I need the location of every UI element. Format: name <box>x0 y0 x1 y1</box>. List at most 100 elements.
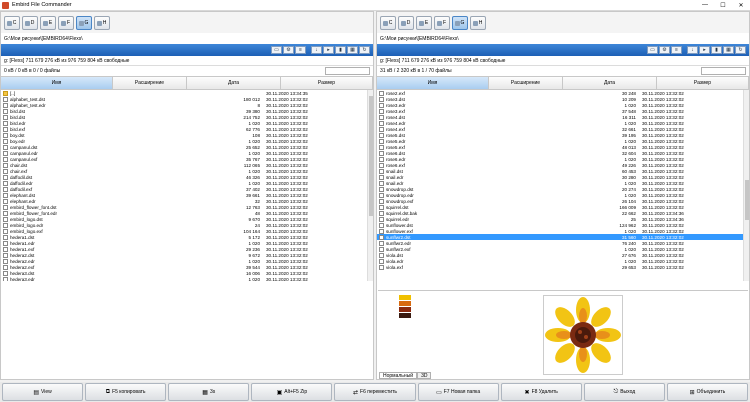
file-row[interactable]: hedera3.dst 16 006 30.11.2020 13:32:02 <box>1 270 373 276</box>
file-row[interactable]: rose3.dst 10 209 30.11.2020 13:32:02 <box>377 96 749 102</box>
drive-h-button[interactable]: H <box>470 15 486 30</box>
file-row[interactable]: daffodil.edr 1 020 30.11.2020 13:32:02 <box>1 180 373 186</box>
file-row[interactable]: embird_flower_font.dst 12 763 30.11.2020 1… <box>1 204 373 210</box>
drive-g-button[interactable]: G <box>76 15 92 30</box>
delete-button[interactable]: ✖ F8 Удалить <box>500 383 582 401</box>
scrollbar[interactable] <box>367 90 373 281</box>
file-row[interactable]: sunflwr2.dst 31 560 30.11.2020 13:32:02 <box>377 234 749 240</box>
column-size[interactable]: Размер <box>657 77 749 89</box>
print-icon[interactable]: ▭ <box>271 46 282 54</box>
column-name[interactable]: Имя <box>1 77 113 89</box>
file-row[interactable]: embird_flower_font.edr 48 30.11.2020 13:32… <box>1 210 373 216</box>
file-row[interactable]: sunflwr2.edr 76 240 30.11.2020 13:32:02 <box>377 240 749 246</box>
file-row[interactable]: snail.edr 30 280 30.11.2020 13:32:02 <box>377 174 749 180</box>
file-row[interactable]: rose4.exf 32 661 30.11.2020 13:32:02 <box>377 126 749 132</box>
file-row[interactable]: chair.dst 112 065 30.11.2020 13:32:02 <box>1 162 373 168</box>
drive-d-button[interactable]: D <box>398 15 414 30</box>
down-arrow-icon[interactable]: ↓ <box>311 46 322 54</box>
move-button[interactable]: ⇄ F6 переместить <box>334 383 416 401</box>
column-extension[interactable]: Расширение <box>489 77 563 89</box>
file-row[interactable]: rose4.edr 1 020 30.11.2020 13:32:02 <box>377 120 749 126</box>
column-name[interactable]: Имя <box>377 77 489 89</box>
file-row[interactable]: rose5.exf 48 013 30.11.2020 13:32:02 <box>377 144 749 150</box>
file-row[interactable]: viola.dst 27 676 30.11.2020 13:32:02 <box>377 252 749 258</box>
play-icon[interactable]: ▸ <box>323 46 334 54</box>
file-row[interactable]: snowdrop.exf 26 104 30.11.2020 13:32:02 <box>377 198 749 204</box>
file-row[interactable]: alphabet_test.edr 8 30.11.2020 13:32:02 <box>1 102 373 108</box>
path-field[interactable]: G:\Мои рисунки\[EMBIRD64\Flexs\ <box>1 33 373 44</box>
file-row[interactable]: elephant.edr 32 30.11.2020 13:32:02 <box>1 198 373 204</box>
tab-normal[interactable]: Нормальный <box>379 372 418 379</box>
file-row[interactable]: bird.exf 62 776 30.11.2020 13:32:02 <box>1 126 373 132</box>
column-size[interactable]: Размер <box>281 77 373 89</box>
file-row[interactable]: rose6.exf 49 226 30.11.2020 13:32:02 <box>377 162 749 168</box>
file-row[interactable]: campanul.dst 25 652 30.11.2020 13:32:02 <box>1 144 373 150</box>
palette-swatch[interactable] <box>399 307 411 312</box>
drive-d-button[interactable]: D <box>22 15 38 30</box>
file-row[interactable]: alphabet_test.dst 180 012 30.11.2020 13:32… <box>1 96 373 102</box>
file-row[interactable]: snowdrop.edr 1 020 30.11.2020 13:32:02 <box>377 192 749 198</box>
file-row[interactable]: bird.edr 1 020 30.11.2020 13:32:02 <box>1 120 373 126</box>
file-row[interactable]: sunflwr2.exf 1 020 30.11.2020 13:32:02 <box>377 246 749 252</box>
path-field[interactable]: G:\Мои рисунки\[EMBIRD64\Flexs\ <box>377 33 749 44</box>
file-row[interactable]: rose3.exf 37 548 30.11.2020 13:32:02 <box>377 108 749 114</box>
grid-icon[interactable]: ▦ <box>723 46 734 54</box>
file-row[interactable]: bird.dst 214 752 30.11.2020 13:32:02 <box>1 114 373 120</box>
pause-icon[interactable]: ▮ <box>335 46 346 54</box>
file-row[interactable]: snail.edr 1 020 30.11.2020 13:32:02 <box>377 180 749 186</box>
zip-button[interactable]: ▣ Alt+F5 Zip <box>251 383 333 401</box>
scrollbar[interactable] <box>743 90 749 281</box>
palette-swatch[interactable] <box>399 313 411 318</box>
column-date[interactable]: Дата <box>187 77 281 89</box>
file-row[interactable]: viola.exf 29 653 30.11.2020 13:32:02 <box>377 264 749 270</box>
refresh-icon[interactable]: ↻ <box>735 46 746 54</box>
exit-button[interactable]: ⎋ Выход <box>583 383 665 401</box>
drive-f-button[interactable]: F <box>434 15 450 30</box>
file-row[interactable]: rose5.edr 1 020 30.11.2020 13:32:02 <box>377 138 749 144</box>
down-arrow-icon[interactable]: ↓ <box>687 46 698 54</box>
file-row[interactable]: hedera1.edr 1 020 30.11.2020 13:32:02 <box>1 240 373 246</box>
column-extension[interactable]: Расширение <box>113 77 187 89</box>
file-row[interactable]: rose6.dst 32 604 30.11.2020 13:32:02 <box>377 150 749 156</box>
settings-icon[interactable]: ⚙ <box>283 46 294 54</box>
file-row[interactable]: squirrel.dst.bak 22 662 30.11.2020 13:34:3… <box>377 210 749 216</box>
filter-dropdown[interactable] <box>701 67 746 75</box>
file-row[interactable]: snail.dst 60 453 30.11.2020 13:32:02 <box>377 168 749 174</box>
file-row[interactable]: rose6.edr 1 020 30.11.2020 13:32:02 <box>377 156 749 162</box>
drive-f-button[interactable]: F <box>58 15 74 30</box>
file-row[interactable]: boy.dst 108 30.11.2020 13:32:02 <box>1 132 373 138</box>
close-button[interactable]: ✕ <box>732 0 750 11</box>
copy-button[interactable]: ⧉ F5 копировать <box>85 383 167 401</box>
drive-e-button[interactable]: E <box>40 15 56 30</box>
file-row[interactable]: chair.exf 1 020 30.11.2020 13:32:02 <box>1 168 373 174</box>
drive-c-button[interactable]: C <box>4 15 20 30</box>
sort-icon[interactable]: ≡ <box>295 46 306 54</box>
file-row[interactable]: embird_logo.exf 104 164 30.11.2020 13:32:0… <box>1 228 373 234</box>
file-row[interactable]: sunflower.exf 1 020 30.11.2020 13:32:02 <box>377 228 749 234</box>
drive-e-button[interactable]: E <box>416 15 432 30</box>
maximize-button[interactable]: ☐ <box>714 0 732 11</box>
column-date[interactable]: Дата <box>563 77 657 89</box>
pause-icon[interactable]: ▮ <box>711 46 722 54</box>
file-row[interactable]: hedera2.exf 39 544 30.11.2020 13:32:02 <box>1 264 373 270</box>
refresh-icon[interactable]: ↻ <box>359 46 370 54</box>
sort-icon[interactable]: ≡ <box>671 46 682 54</box>
drive-h-button[interactable]: H <box>94 15 110 30</box>
file-row[interactable]: hedera1.dst 5 172 30.11.2020 13:32:02 <box>1 234 373 240</box>
tab-3d[interactable]: 3D <box>417 372 432 379</box>
file-row[interactable]: daffodil.dst 46 326 30.11.2020 13:32:02 <box>1 174 373 180</box>
file-row[interactable]: daffodil.exf 37 402 30.11.2020 13:32:02 <box>1 186 373 192</box>
play-icon[interactable]: ▸ <box>699 46 710 54</box>
minimize-button[interactable]: — <box>696 0 714 11</box>
file-row[interactable]: rose2.exf 30 248 30.11.2020 13:32:02 <box>377 90 749 96</box>
file-row[interactable]: rose4.dst 16 311 30.11.2020 13:32:02 <box>377 114 749 120</box>
file-row[interactable]: viola.edr 1 020 30.11.2020 13:32:02 <box>377 258 749 264</box>
new-folder-button[interactable]: ▭ F7 Новая папка <box>417 383 499 401</box>
print-icon[interactable]: ▭ <box>647 46 658 54</box>
file-row[interactable]: hedera3.edr 1 020 30.11.2020 13:32:02 <box>1 276 373 281</box>
file-row[interactable]: embird_logo.dst 9 670 30.11.2020 13:32:02 <box>1 216 373 222</box>
file-row[interactable]: squirrel.edr 25 30.11.2020 13:34:36 <box>377 216 749 222</box>
file-row[interactable]: squirrel.dst 166 009 30.11.2020 13:32:02 <box>377 204 749 210</box>
file-row[interactable]: hedera2.edr 1 020 30.11.2020 13:32:02 <box>1 258 373 264</box>
file-row[interactable]: bird.dst 39 380 30.11.2020 13:32:02 <box>1 108 373 114</box>
